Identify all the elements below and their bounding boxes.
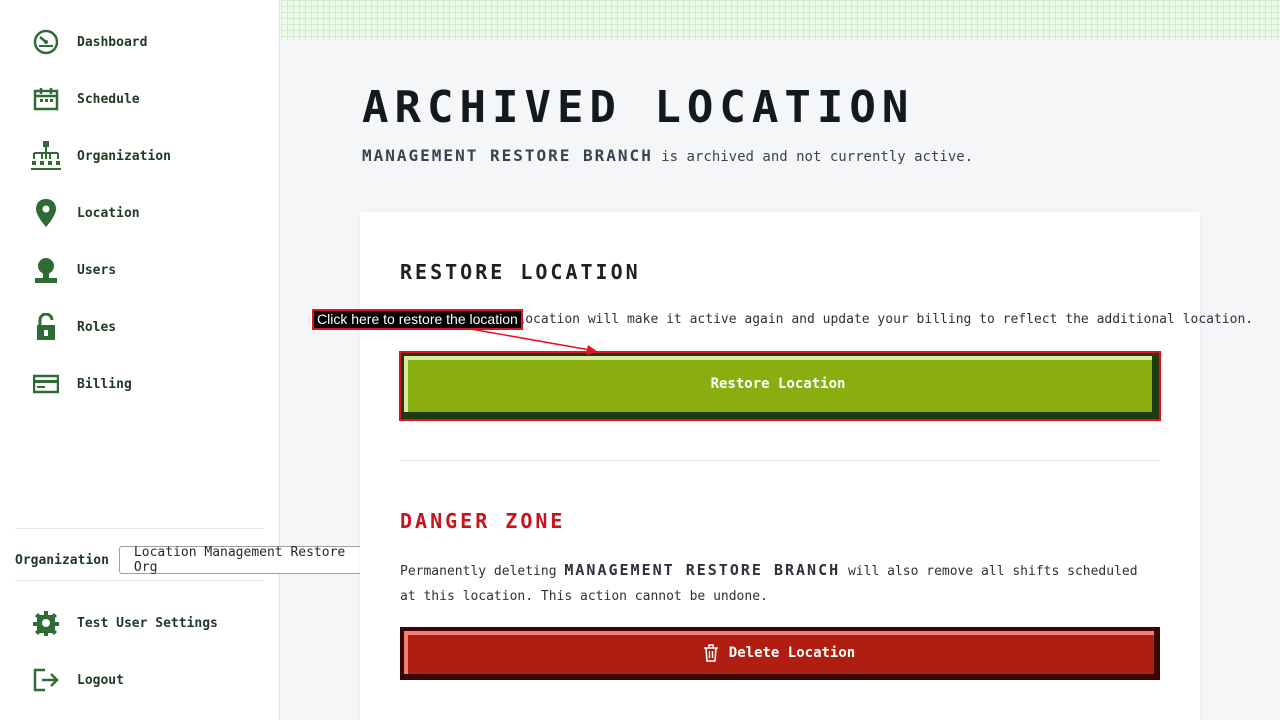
sidebar: Dashboard Schedule Organization Location… [0, 0, 385, 720]
lock-icon [30, 311, 62, 343]
header-grid-pattern [281, 0, 1280, 40]
restore-button-label: Restore Location [710, 376, 846, 392]
org-chart-icon [30, 140, 62, 172]
location-name: Management Restore Branch [362, 146, 653, 165]
annotation-label: Click here to restore the location [312, 309, 523, 330]
sidebar-item-location[interactable]: Location [30, 193, 140, 233]
logout-label: Logout [77, 672, 124, 688]
restore-location-button[interactable]: Restore Location [400, 352, 1160, 420]
restore-description: Restoring this location will make it act… [400, 312, 1254, 327]
delete-location-button[interactable]: Delete Location [400, 627, 1160, 680]
sidebar-item-label: Organization [77, 148, 171, 164]
subtitle-text: is archived and not currently active. [652, 149, 974, 165]
location-actions-card: Restore Location Restoring this location… [360, 212, 1253, 720]
sidebar-item-label: Dashboard [77, 34, 148, 50]
divider [15, 580, 264, 581]
organization-label: Organization [15, 552, 109, 568]
page-subtitle: Management Restore Branch is archived an… [362, 146, 973, 165]
sidebar-item-label: Schedule [77, 91, 140, 107]
user-icon [30, 254, 62, 286]
trash-icon [703, 643, 719, 662]
divider [400, 460, 1160, 461]
logout-icon [30, 664, 62, 696]
sidebar-item-label: Users [77, 262, 117, 278]
sidebar-item-dashboard[interactable]: Dashboard [30, 22, 147, 62]
sidebar-item-billing[interactable]: Billing [30, 364, 132, 404]
dashboard-icon [30, 26, 62, 58]
calendar-icon [30, 83, 62, 115]
gear-icon [30, 607, 62, 639]
sidebar-item-organization[interactable]: Organization [30, 136, 171, 176]
danger-location-name: Management Restore Branch [564, 561, 841, 579]
sidebar-item-label: Billing [77, 376, 132, 392]
organization-switcher: Organization Location Management Restore… [15, 545, 385, 575]
sidebar-item-users[interactable]: Users [30, 250, 116, 290]
delete-button-label: Delete Location [728, 644, 856, 661]
settings-button[interactable]: Test User Settings [30, 603, 218, 643]
organization-select-value: Location Management Restore Org [133, 545, 346, 575]
sidebar-item-roles[interactable]: Roles [30, 307, 116, 347]
organization-select[interactable]: Location Management Restore Org [118, 545, 385, 575]
sidebar-item-schedule[interactable]: Schedule [30, 79, 140, 119]
page-title: Archived Location [362, 82, 915, 133]
restore-heading: Restore Location [400, 260, 641, 284]
settings-label: Test User Settings [77, 615, 218, 631]
danger-description: Permanently deleting Management Restore … [400, 558, 1160, 609]
location-pin-icon [30, 197, 62, 229]
danger-zone-heading: Danger Zone [400, 509, 566, 533]
divider [15, 528, 264, 529]
logout-button[interactable]: Logout [30, 660, 124, 700]
sidebar-item-label: Location [77, 205, 140, 221]
danger-text-start: Permanently deleting [400, 564, 565, 579]
credit-card-icon [30, 368, 62, 400]
sidebar-item-label: Roles [77, 319, 117, 335]
